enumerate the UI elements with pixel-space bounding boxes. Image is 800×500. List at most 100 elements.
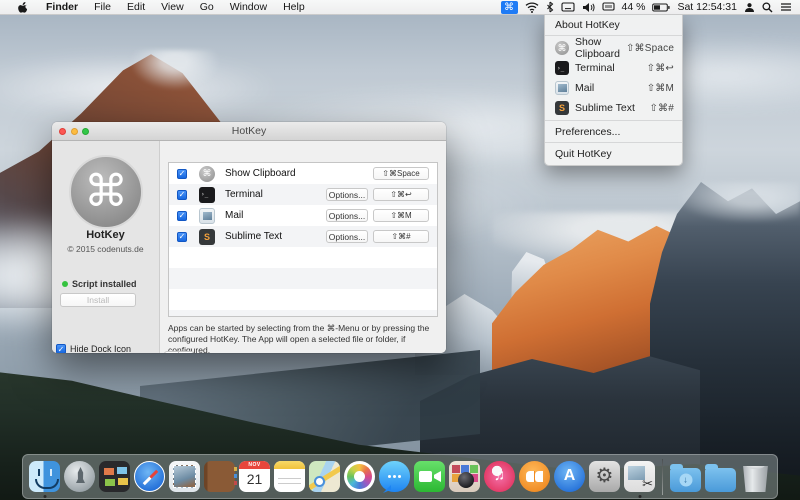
shortcut-button[interactable]: ⇧⌘#	[373, 230, 429, 243]
menu-bar-clock[interactable]: Sat 12:54:31	[677, 1, 737, 13]
menu-item-show-clipboard[interactable]: ⌘ Show Clipboard ⇧⌘Space	[545, 38, 682, 58]
dock-documents-folder-icon[interactable]	[704, 460, 737, 493]
row-checkbox[interactable]	[177, 190, 187, 200]
options-button[interactable]: Options...	[326, 209, 368, 222]
menu-bar: Finder File Edit View Go Window Help ⌘ 4…	[0, 0, 800, 15]
sidebar-copyright: © 2015 codenuts.de	[52, 244, 159, 254]
running-indicator	[638, 495, 641, 498]
keyboard-input-icon[interactable]	[561, 0, 575, 14]
hotkey-menu-extra-selected[interactable]: ⌘	[501, 1, 518, 14]
menu-item-sublime-text[interactable]: S Sublime Text ⇧⌘#	[545, 98, 682, 118]
dock-notes-icon[interactable]	[273, 460, 306, 493]
volume-icon[interactable]	[582, 0, 595, 14]
display-icon[interactable]	[602, 0, 615, 14]
menu-item-mail[interactable]: Mail ⇧⌘M	[545, 78, 682, 98]
dock-calendar-icon[interactable]: NOV21	[238, 460, 271, 493]
menu-window[interactable]: Window	[222, 0, 275, 14]
dock-app-store-icon[interactable]	[553, 460, 586, 493]
dock-facetime-icon[interactable]	[413, 460, 446, 493]
dock-contacts-icon[interactable]	[203, 460, 236, 493]
app-row-sublime-text[interactable]: S Sublime Text Options... ⇧⌘#	[169, 226, 437, 247]
row-checkbox[interactable]	[177, 169, 187, 179]
menu-item-quit-hotkey[interactable]: Quit HotKey	[545, 145, 682, 162]
menu-shortcut: ⇧⌘Space	[626, 43, 674, 54]
apple-menu[interactable]	[9, 0, 38, 14]
install-button[interactable]: Install	[60, 293, 136, 307]
hide-dock-checkbox[interactable]	[56, 344, 66, 353]
wallpaper-right-cliff-snow	[680, 182, 800, 222]
dock: NOV21	[22, 454, 778, 499]
dock-grab-icon[interactable]	[623, 460, 656, 493]
wifi-icon[interactable]	[525, 0, 539, 14]
calendar-month: NOV	[239, 461, 270, 469]
menu-bar-status-area: ⌘ 44 % Sat 12:54:31	[501, 0, 800, 14]
app-row-terminal[interactable]: ›_ Terminal Options... ⇧⌘↩	[169, 184, 437, 205]
zoom-button[interactable]	[82, 128, 89, 135]
dock-messages-icon[interactable]	[378, 460, 411, 493]
sidebar-app-name: HotKey	[52, 229, 159, 241]
minimize-button[interactable]	[71, 128, 78, 135]
window-content: ⌘ Show Clipboard ⇧⌘Space ›_ Terminal Opt…	[160, 141, 446, 353]
add-app-button[interactable]: +	[164, 351, 179, 353]
dock-photo-booth-icon[interactable]	[448, 460, 481, 493]
dock-mail-icon[interactable]	[168, 460, 201, 493]
dock-finder-icon[interactable]	[28, 460, 61, 493]
menu-bar-left: Finder File Edit View Go Window Help	[0, 0, 313, 14]
app-row-mail[interactable]: Mail Options... ⇧⌘M	[169, 205, 437, 226]
menu-app-label: Mail	[575, 82, 594, 94]
status-dot-icon	[62, 281, 68, 287]
menu-view[interactable]: View	[153, 0, 192, 14]
menu-help[interactable]: Help	[275, 0, 313, 14]
calendar-day: 21	[239, 469, 270, 489]
battery-icon[interactable]	[652, 0, 670, 14]
dock-ibooks-icon[interactable]	[518, 460, 551, 493]
dock-photos-icon[interactable]	[343, 460, 376, 493]
shortcut-button[interactable]: ⇧⌘M	[373, 209, 429, 222]
menu-item-preferences[interactable]: Preferences...	[545, 123, 682, 140]
app-row-show-clipboard[interactable]: ⌘ Show Clipboard ⇧⌘Space	[169, 163, 437, 184]
user-icon[interactable]	[744, 0, 755, 14]
hide-dock-icon-row: Hide Dock Icon	[56, 344, 131, 353]
dock-maps-icon[interactable]	[308, 460, 341, 493]
traffic-lights	[59, 128, 89, 135]
close-button[interactable]	[59, 128, 66, 135]
shortcut-button[interactable]: ⇧⌘↩	[373, 188, 429, 201]
row-checkbox[interactable]	[177, 211, 187, 221]
active-app-menu[interactable]: Finder	[38, 0, 86, 14]
options-button[interactable]: Options...	[326, 230, 368, 243]
dock-launchpad-icon[interactable]	[63, 460, 96, 493]
menu-item-about-hotkey[interactable]: About HotKey	[545, 16, 682, 33]
add-remove-control: + −	[164, 351, 194, 353]
dock-mission-control-icon[interactable]	[98, 460, 131, 493]
dock-itunes-icon[interactable]	[483, 460, 516, 493]
spotlight-search-icon[interactable]	[762, 0, 773, 14]
sublime-text-icon: S	[199, 229, 215, 245]
preferences-label: Preferences...	[555, 126, 620, 138]
menu-file[interactable]: File	[86, 0, 119, 14]
notification-center-icon[interactable]	[780, 0, 792, 14]
remove-app-button[interactable]: −	[179, 351, 194, 353]
hotkey-window: HotKey ⌘ HotKey © 2015 codenuts.de Scrip…	[52, 122, 446, 353]
menu-edit[interactable]: Edit	[119, 0, 153, 14]
window-sidebar: ⌘ HotKey © 2015 codenuts.de Script insta…	[52, 141, 160, 353]
script-status-row: Script installed	[62, 279, 137, 289]
window-title-bar[interactable]: HotKey	[52, 122, 446, 141]
dock-safari-icon[interactable]	[133, 460, 166, 493]
command-icon: ⌘	[555, 41, 569, 55]
shortcut-button[interactable]: ⇧⌘Space	[373, 167, 429, 180]
hotkey-app-icon: ⌘	[69, 155, 143, 229]
bluetooth-icon[interactable]	[546, 0, 554, 14]
row-label: Terminal	[225, 189, 263, 200]
row-label: Mail	[225, 210, 243, 221]
mail-icon	[199, 208, 215, 224]
row-checkbox[interactable]	[177, 232, 187, 242]
dock-trash-full-icon[interactable]	[739, 460, 772, 493]
options-button[interactable]: Options...	[326, 188, 368, 201]
menu-go[interactable]: Go	[192, 0, 222, 14]
dock-downloads-folder-icon[interactable]	[669, 460, 702, 493]
menu-item-terminal[interactable]: ›_ Terminal ⇧⌘↩	[545, 58, 682, 78]
mail-icon	[555, 81, 569, 95]
dock-system-preferences-icon[interactable]	[588, 460, 621, 493]
menu-shortcut: ⇧⌘M	[647, 83, 674, 94]
menu-app-label: Terminal	[575, 62, 615, 74]
